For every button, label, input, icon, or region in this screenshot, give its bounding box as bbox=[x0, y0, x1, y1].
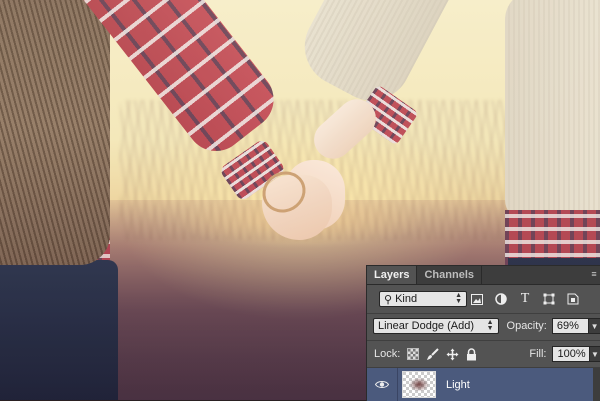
layer-thumbnail[interactable] bbox=[402, 371, 436, 398]
filter-kind-value: Kind bbox=[395, 293, 418, 305]
panel-divider bbox=[367, 340, 600, 341]
dropdown-arrows-icon: ▲ ▼ bbox=[455, 292, 462, 305]
shape-layer-filter-icon[interactable] bbox=[541, 291, 557, 307]
layer-name[interactable]: Light bbox=[446, 379, 470, 391]
lock-fill-row: Lock: Fill: 100% ▼ bbox=[367, 343, 600, 365]
search-icon: ⚲ bbox=[384, 293, 393, 306]
lock-all-icon[interactable] bbox=[465, 346, 480, 362]
panel-tab-bar: Layers Channels ≡ bbox=[367, 266, 600, 285]
blend-mode-dropdown[interactable]: Linear Dodge (Add) ▲ ▼ bbox=[373, 318, 499, 334]
smart-object-filter-icon[interactable] bbox=[565, 291, 581, 307]
opacity-input[interactable]: 69% bbox=[551, 318, 590, 334]
opacity-label: Opacity: bbox=[506, 320, 547, 332]
lock-transparency-icon[interactable] bbox=[405, 346, 420, 362]
adjustment-layer-filter-icon[interactable] bbox=[493, 291, 509, 307]
fill-input[interactable]: 100% bbox=[552, 346, 590, 362]
layers-scrollbar[interactable] bbox=[593, 368, 600, 401]
fill-label: Fill: bbox=[529, 348, 547, 360]
dropdown-arrows-icon: ▲ ▼ bbox=[486, 319, 494, 332]
blend-opacity-row: Linear Dodge (Add) ▲ ▼ Opacity: 69% ▼ bbox=[367, 315, 600, 337]
lock-position-icon[interactable] bbox=[445, 346, 460, 362]
tab-channels[interactable]: Channels bbox=[417, 266, 482, 284]
fill-slider-arrow-icon[interactable]: ▼ bbox=[589, 346, 600, 362]
type-layer-filter-icon[interactable]: T bbox=[517, 291, 533, 307]
visibility-eye-icon[interactable] bbox=[367, 368, 398, 401]
lock-pixels-icon[interactable] bbox=[425, 346, 440, 362]
layer-row[interactable]: Light bbox=[367, 368, 600, 401]
layer-filter-row: ⚲ Kind ▲ ▼ T bbox=[367, 288, 600, 310]
opacity-slider-arrow-icon[interactable]: ▼ bbox=[589, 318, 600, 334]
blend-mode-value: Linear Dodge (Add) bbox=[378, 320, 475, 332]
lock-label: Lock: bbox=[374, 348, 401, 360]
pixel-layer-filter-icon[interactable] bbox=[469, 291, 485, 307]
tab-layers[interactable]: Layers bbox=[367, 266, 418, 284]
layers-panel: Layers Channels ≡ ⚲ Kind ▲ ▼ T Linear Dod… bbox=[366, 265, 600, 401]
panel-menu-icon[interactable]: ≡ bbox=[589, 269, 599, 279]
filter-kind-dropdown[interactable]: ⚲ Kind ▲ ▼ bbox=[379, 291, 467, 307]
panel-divider bbox=[367, 313, 600, 314]
